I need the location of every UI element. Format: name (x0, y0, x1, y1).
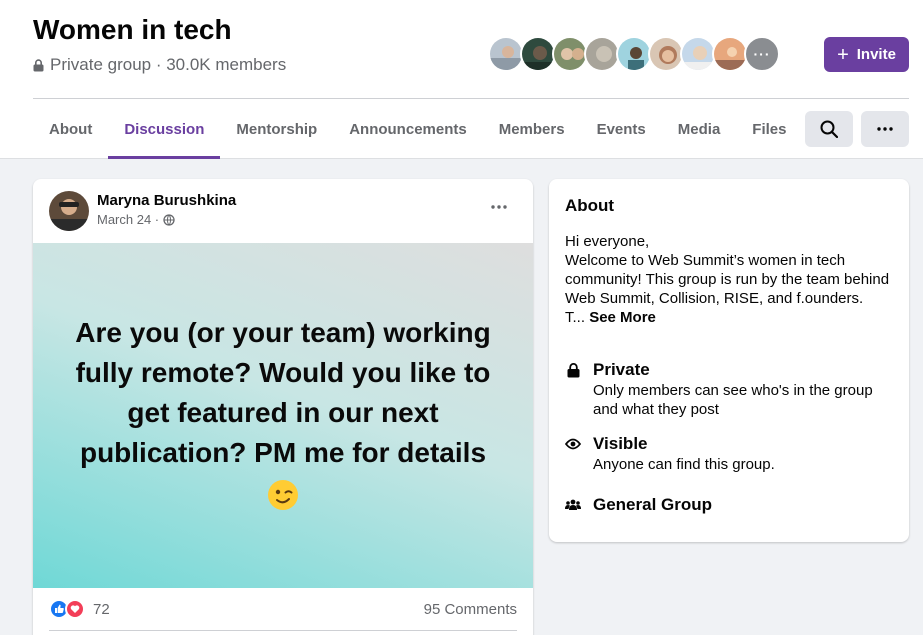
member-avatars[interactable]: ··· (488, 36, 780, 72)
search-icon (820, 120, 838, 138)
group-title[interactable]: Women in tech (33, 14, 232, 46)
member-avatar[interactable] (488, 36, 524, 72)
post-image-text: Are you (or your team) working fully rem… (75, 316, 491, 468)
more-icon (877, 127, 893, 131)
group-header: Women in tech Private group · 30.0K memb… (0, 0, 923, 159)
more-options-button[interactable] (861, 111, 909, 147)
post-divider (49, 630, 517, 631)
search-button[interactable] (805, 111, 853, 147)
reaction-count: 72 (93, 600, 110, 618)
more-icon (491, 205, 507, 209)
member-avatar[interactable] (520, 36, 556, 72)
group-tabs: About Discussion Mentorship Announcement… (33, 99, 802, 159)
member-avatar[interactable] (616, 36, 652, 72)
about-item-general-group: General Group (565, 494, 712, 516)
about-description: Hi everyone, Welcome to Web Summit’s wom… (565, 232, 895, 327)
see-more-link[interactable]: See More (589, 309, 656, 326)
author-avatar[interactable] (49, 191, 89, 231)
post-timestamp: March 24 · (97, 212, 175, 227)
group-meta: Private group · 30.0K members (33, 55, 286, 75)
lock-icon (33, 58, 44, 71)
tab-mentorship[interactable]: Mentorship (220, 99, 333, 159)
visible-title: Visible (593, 434, 648, 453)
member-avatar[interactable] (712, 36, 748, 72)
member-avatar[interactable] (648, 36, 684, 72)
plus-icon: + (837, 43, 849, 66)
tab-events[interactable]: Events (581, 99, 662, 159)
reactions-summary[interactable]: 72 (49, 599, 110, 619)
post-image[interactable]: Are you (or your team) working fully rem… (33, 243, 533, 588)
invite-button[interactable]: + Invite (824, 37, 909, 72)
member-avatar[interactable] (680, 36, 716, 72)
member-avatar[interactable] (552, 36, 588, 72)
about-item-visible: Visible Anyone can find this group. (565, 433, 893, 474)
globe-icon (163, 213, 175, 226)
post-author[interactable]: Maryna Burushkina (97, 192, 236, 209)
tab-discussion[interactable]: Discussion (108, 99, 221, 159)
private-title: Private (593, 360, 650, 379)
more-members-icon[interactable]: ··· (744, 36, 780, 72)
winking-face-icon (268, 479, 298, 510)
love-icon (65, 599, 85, 619)
post-card: Maryna Burushkina March 24 · Are you (or… (33, 179, 533, 635)
about-item-private: Private Only members can see who's in th… (565, 359, 893, 419)
post-options-button[interactable] (483, 195, 515, 219)
people-icon (565, 496, 581, 514)
tab-files[interactable]: Files (736, 99, 802, 159)
visible-subtitle: Anyone can find this group. (593, 456, 775, 473)
general-group-title: General Group (593, 495, 713, 514)
post-date-text[interactable]: March 24 · (97, 212, 159, 227)
tab-about[interactable]: About (33, 99, 108, 159)
tab-media[interactable]: Media (662, 99, 737, 159)
lock-icon (565, 361, 581, 379)
eye-icon (565, 435, 581, 453)
member-avatar[interactable] (584, 36, 620, 72)
tab-members[interactable]: Members (483, 99, 581, 159)
about-title: About (565, 196, 615, 215)
private-subtitle: Only members can see who's in the group … (593, 382, 873, 418)
about-card: About Hi everyone, Welcome to Web Summit… (549, 179, 909, 542)
comments-count[interactable]: 95 Comments (424, 601, 517, 618)
group-meta-text: Private group · 30.0K members (50, 55, 287, 74)
tab-announcements[interactable]: Announcements (333, 99, 483, 159)
invite-label: Invite (856, 46, 896, 63)
